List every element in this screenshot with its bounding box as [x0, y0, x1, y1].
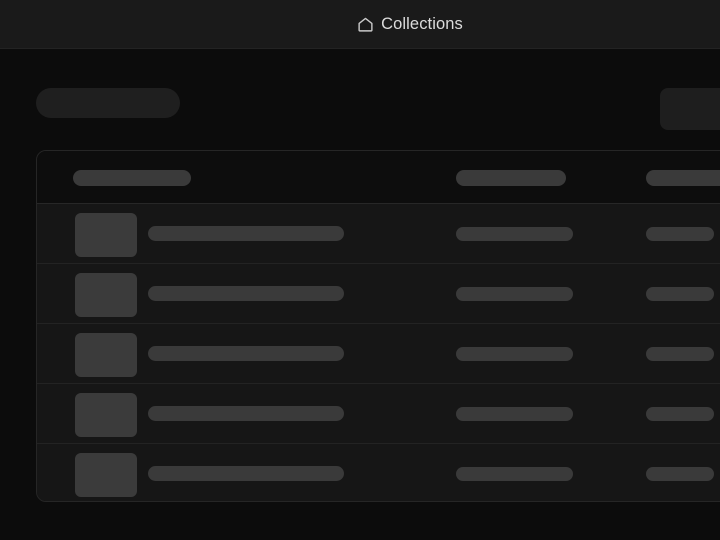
- page-body: [0, 49, 720, 540]
- row-name: [148, 226, 344, 241]
- row-name: [148, 286, 344, 301]
- page-title: Collections: [381, 14, 463, 33]
- table-row[interactable]: [37, 444, 720, 501]
- table-row[interactable]: [37, 324, 720, 384]
- home-icon: [357, 16, 374, 33]
- row-secondary-value: [456, 467, 573, 481]
- row-tertiary-value: [646, 287, 714, 301]
- row-name: [148, 346, 344, 361]
- column-header-secondary[interactable]: [456, 170, 566, 186]
- row-name: [148, 406, 344, 421]
- row-tertiary-value: [646, 227, 714, 241]
- row-thumbnail: [75, 333, 137, 377]
- table-header-row: [37, 151, 720, 204]
- row-thumbnail: [75, 273, 137, 317]
- column-header-name[interactable]: [73, 170, 191, 186]
- breadcrumb: Collections: [357, 16, 463, 33]
- table-row[interactable]: [37, 204, 720, 264]
- table-row[interactable]: [37, 384, 720, 444]
- row-secondary-value: [456, 287, 573, 301]
- row-secondary-value: [456, 227, 573, 241]
- row-secondary-value: [456, 407, 573, 421]
- top-bar: Collections: [0, 0, 720, 49]
- table-row[interactable]: [37, 264, 720, 324]
- column-header-tertiary[interactable]: [646, 170, 720, 186]
- row-tertiary-value: [646, 347, 714, 361]
- collections-table: [36, 150, 720, 502]
- row-thumbnail: [75, 393, 137, 437]
- row-tertiary-value: [646, 467, 714, 481]
- row-thumbnail: [75, 213, 137, 257]
- toolbar: [0, 49, 720, 139]
- row-thumbnail: [75, 453, 137, 497]
- row-name: [148, 466, 344, 481]
- action-button-skeleton[interactable]: [660, 88, 720, 130]
- title-skeleton: [36, 88, 180, 118]
- row-secondary-value: [456, 347, 573, 361]
- row-tertiary-value: [646, 407, 714, 421]
